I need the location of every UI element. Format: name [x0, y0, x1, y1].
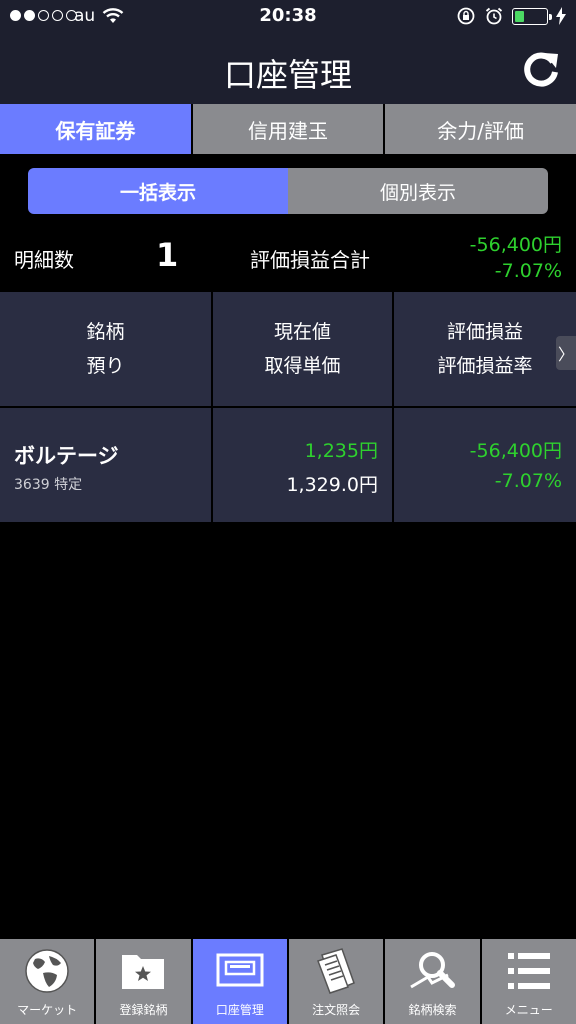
tabbar-market[interactable]: マーケット: [0, 939, 95, 1024]
document-icon: [317, 948, 356, 994]
navigation-bar: 口座管理: [0, 34, 576, 104]
rotation-lock-icon: [457, 7, 475, 25]
bottom-tab-bar: マーケット 登録銘柄 口座管理 注文照会 銘柄検索 メニュー: [0, 938, 576, 1024]
tabbar-orders[interactable]: 注文照会: [288, 939, 384, 1024]
tabbar-stock-search[interactable]: 銘柄検索: [385, 939, 480, 1024]
stock-cell: ボルテージ 3639 特定: [0, 408, 211, 522]
tab-buying-power[interactable]: 余力/評価: [385, 104, 576, 154]
current-price: 1,235円: [304, 440, 378, 462]
tabbar-menu[interactable]: メニュー: [481, 939, 576, 1024]
scroll-right-icon[interactable]: 〉: [556, 336, 576, 370]
status-bar: au 20:38: [0, 0, 576, 34]
price-cell: 1,235円 1,329.0円: [213, 408, 392, 522]
table-header: 銘柄 預り 現在値 取得単価 評価損益 評価損益率: [0, 292, 576, 406]
total-pl-label: 評価損益合計: [250, 248, 370, 272]
header-price: 現在値 取得単価: [213, 292, 392, 406]
menu-icon: [507, 953, 550, 989]
refresh-icon[interactable]: [520, 48, 562, 90]
battery-icon: [512, 7, 552, 25]
summary-row: 明細数 1 評価損益合計 -56,400円 -7.07%: [0, 226, 576, 290]
tab-bulk-view[interactable]: 一括表示: [28, 168, 288, 214]
search-icon: [410, 952, 456, 989]
header-stock: 銘柄 預り: [0, 292, 211, 406]
alarm-icon: [485, 7, 503, 25]
account-icon: [216, 953, 264, 987]
globe-icon: [25, 949, 69, 993]
acquisition-price: 1,329.0円: [286, 474, 378, 496]
pl-amount: -56,400円: [469, 440, 562, 462]
page-title: 口座管理: [223, 56, 352, 94]
folder-star-icon: [122, 955, 165, 989]
pl-rate: -7.07%: [494, 470, 562, 492]
tab-margin-positions[interactable]: 信用建玉: [192, 104, 384, 154]
charging-icon: [556, 7, 566, 25]
view-mode-toggle: 一括表示 個別表示: [28, 168, 548, 214]
pl-cell: -56,400円 -7.07%: [394, 408, 576, 522]
main-tabs: 保有証券 信用建玉 余力/評価: [0, 104, 576, 154]
stock-code-account: 3639 特定: [14, 477, 83, 493]
tab-individual-view[interactable]: 個別表示: [288, 168, 548, 214]
stock-name: ボルテージ: [14, 444, 119, 468]
total-pl-rate: -7.07%: [494, 260, 562, 282]
tab-holdings[interactable]: 保有証券: [0, 104, 191, 154]
tabbar-watchlist[interactable]: 登録銘柄: [96, 939, 191, 1024]
item-count-label: 明細数: [14, 248, 74, 272]
header-pl: 評価損益 評価損益率: [394, 292, 576, 406]
tabbar-account[interactable]: 口座管理: [192, 939, 287, 1024]
table-row[interactable]: ボルテージ 3639 特定 1,235円 1,329.0円 -56,400円 -…: [0, 408, 576, 522]
total-pl-amount: -56,400円: [469, 234, 562, 256]
item-count-value: 1: [156, 236, 179, 274]
